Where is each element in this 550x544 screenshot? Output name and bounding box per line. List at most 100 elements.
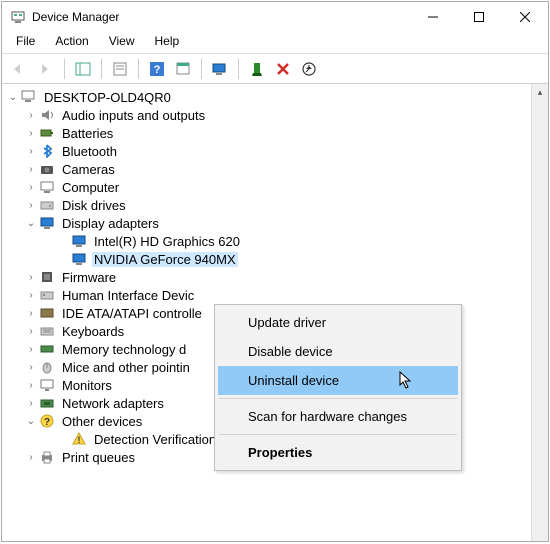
toolbar: ? xyxy=(2,54,548,84)
display-adapter-icon xyxy=(70,233,88,249)
hid-icon xyxy=(38,287,56,303)
chevron-right-icon[interactable]: › xyxy=(24,182,38,193)
network-icon xyxy=(38,395,56,411)
show-hide-tree-button[interactable] xyxy=(71,57,95,81)
disk-icon xyxy=(38,197,56,213)
close-button[interactable] xyxy=(502,2,548,32)
node-label: Network adapters xyxy=(60,396,166,411)
tree-item-disk[interactable]: › Disk drives xyxy=(2,196,531,214)
node-label: Memory technology d xyxy=(60,342,188,357)
chevron-down-icon[interactable]: ⌄ xyxy=(24,416,38,427)
svg-text:?: ? xyxy=(154,64,161,76)
other-icon: ? xyxy=(38,413,56,429)
action-button[interactable] xyxy=(171,57,195,81)
update-driver-button[interactable] xyxy=(297,57,321,81)
node-label: Cameras xyxy=(60,162,117,177)
scrollbar[interactable]: ▴ xyxy=(531,84,548,541)
ctx-properties[interactable]: Properties xyxy=(218,438,458,467)
node-label: Display adapters xyxy=(60,216,161,231)
uninstall-button[interactable] xyxy=(271,57,295,81)
node-label: Batteries xyxy=(60,126,115,141)
toolbar-separator xyxy=(238,59,239,79)
tree-item-audio[interactable]: ›Audio inputs and outputs xyxy=(2,106,531,124)
back-button[interactable] xyxy=(8,57,32,81)
node-label: Intel(R) HD Graphics 620 xyxy=(92,234,242,249)
toolbar-separator xyxy=(101,59,102,79)
tree-item-cameras[interactable]: › Cameras xyxy=(2,160,531,178)
ctx-disable-device[interactable]: Disable device xyxy=(218,337,458,366)
menu-help[interactable]: Help xyxy=(145,32,190,53)
node-label: DESKTOP-OLD4QR0 xyxy=(42,90,173,105)
menubar: File Action View Help xyxy=(2,32,548,54)
chevron-right-icon[interactable]: › xyxy=(24,290,38,301)
svg-text:!: ! xyxy=(78,435,81,445)
chevron-right-icon[interactable]: › xyxy=(24,164,38,175)
display-adapter-icon xyxy=(38,215,56,231)
node-label: Human Interface Devic xyxy=(60,288,196,303)
forward-button[interactable] xyxy=(34,57,58,81)
chevron-right-icon[interactable]: › xyxy=(24,326,38,337)
svg-text:?: ? xyxy=(44,417,50,428)
ctx-separator xyxy=(219,398,457,399)
tree-item-firmware[interactable]: › Firmware xyxy=(2,268,531,286)
mouse-icon xyxy=(38,359,56,375)
chevron-right-icon[interactable]: › xyxy=(24,308,38,319)
camera-icon xyxy=(38,161,56,177)
node-label: Print queues xyxy=(60,450,137,465)
printer-icon xyxy=(38,449,56,465)
properties-button[interactable] xyxy=(108,57,132,81)
cursor-icon xyxy=(399,371,417,389)
bluetooth-icon xyxy=(38,143,56,159)
warning-icon: ! xyxy=(70,431,88,447)
node-label: Firmware xyxy=(60,270,118,285)
add-legacy-button[interactable] xyxy=(245,57,269,81)
node-label: Bluetooth xyxy=(60,144,119,159)
node-label: Other devices xyxy=(60,414,144,429)
tree-item-bluetooth[interactable]: › Bluetooth xyxy=(2,142,531,160)
tree-item-nvidia[interactable]: ›NVIDIA GeForce 940MX xyxy=(2,250,531,268)
chevron-right-icon[interactable]: › xyxy=(24,362,38,373)
chevron-right-icon[interactable]: › xyxy=(24,110,38,121)
chevron-right-icon[interactable]: › xyxy=(24,344,38,355)
chevron-right-icon[interactable]: › xyxy=(24,398,38,409)
node-label: Disk drives xyxy=(60,198,128,213)
chevron-right-icon[interactable]: › xyxy=(24,128,38,139)
tree-item-hid[interactable]: › Human Interface Devic xyxy=(2,286,531,304)
tree-root[interactable]: ⌄ DESKTOP-OLD4QR0 xyxy=(2,88,531,106)
help-button[interactable]: ? xyxy=(145,57,169,81)
monitor-icon xyxy=(38,377,56,393)
chevron-down-icon[interactable]: ⌄ xyxy=(6,92,20,103)
firmware-icon xyxy=(38,269,56,285)
ctx-uninstall-device[interactable]: Uninstall device xyxy=(218,366,458,395)
computer-icon xyxy=(38,179,56,195)
tree-item-intel-hd[interactable]: ›Intel(R) HD Graphics 620 xyxy=(2,232,531,250)
maximize-button[interactable] xyxy=(456,2,502,32)
chevron-right-icon[interactable]: › xyxy=(24,146,38,157)
chevron-down-icon[interactable]: ⌄ xyxy=(24,218,38,229)
menu-view[interactable]: View xyxy=(99,32,145,53)
scroll-up-icon[interactable]: ▴ xyxy=(532,84,548,101)
node-label: Monitors xyxy=(60,378,114,393)
chevron-right-icon[interactable]: › xyxy=(24,272,38,283)
tree-item-computer[interactable]: ›Computer xyxy=(2,178,531,196)
computer-icon xyxy=(20,89,38,105)
node-label: Mice and other pointin xyxy=(60,360,192,375)
ctx-separator xyxy=(219,434,457,435)
tree-item-batteries[interactable]: › Batteries xyxy=(2,124,531,142)
chevron-right-icon[interactable]: › xyxy=(24,452,38,463)
ctx-scan-hardware[interactable]: Scan for hardware changes xyxy=(218,402,458,431)
chevron-right-icon[interactable]: › xyxy=(24,380,38,391)
menu-action[interactable]: Action xyxy=(45,32,98,53)
device-manager-icon xyxy=(10,9,26,25)
toolbar-separator xyxy=(64,59,65,79)
tree-item-display[interactable]: ⌄ Display adapters xyxy=(2,214,531,232)
node-label: IDE ATA/ATAPI controlle xyxy=(60,306,204,321)
ctx-update-driver[interactable]: Update driver xyxy=(218,308,458,337)
minimize-button[interactable] xyxy=(410,2,456,32)
battery-icon xyxy=(38,125,56,141)
display-adapter-icon xyxy=(70,251,88,267)
menu-file[interactable]: File xyxy=(6,32,45,53)
memory-icon xyxy=(38,341,56,357)
chevron-right-icon[interactable]: › xyxy=(24,200,38,211)
scan-hardware-button[interactable] xyxy=(208,57,232,81)
